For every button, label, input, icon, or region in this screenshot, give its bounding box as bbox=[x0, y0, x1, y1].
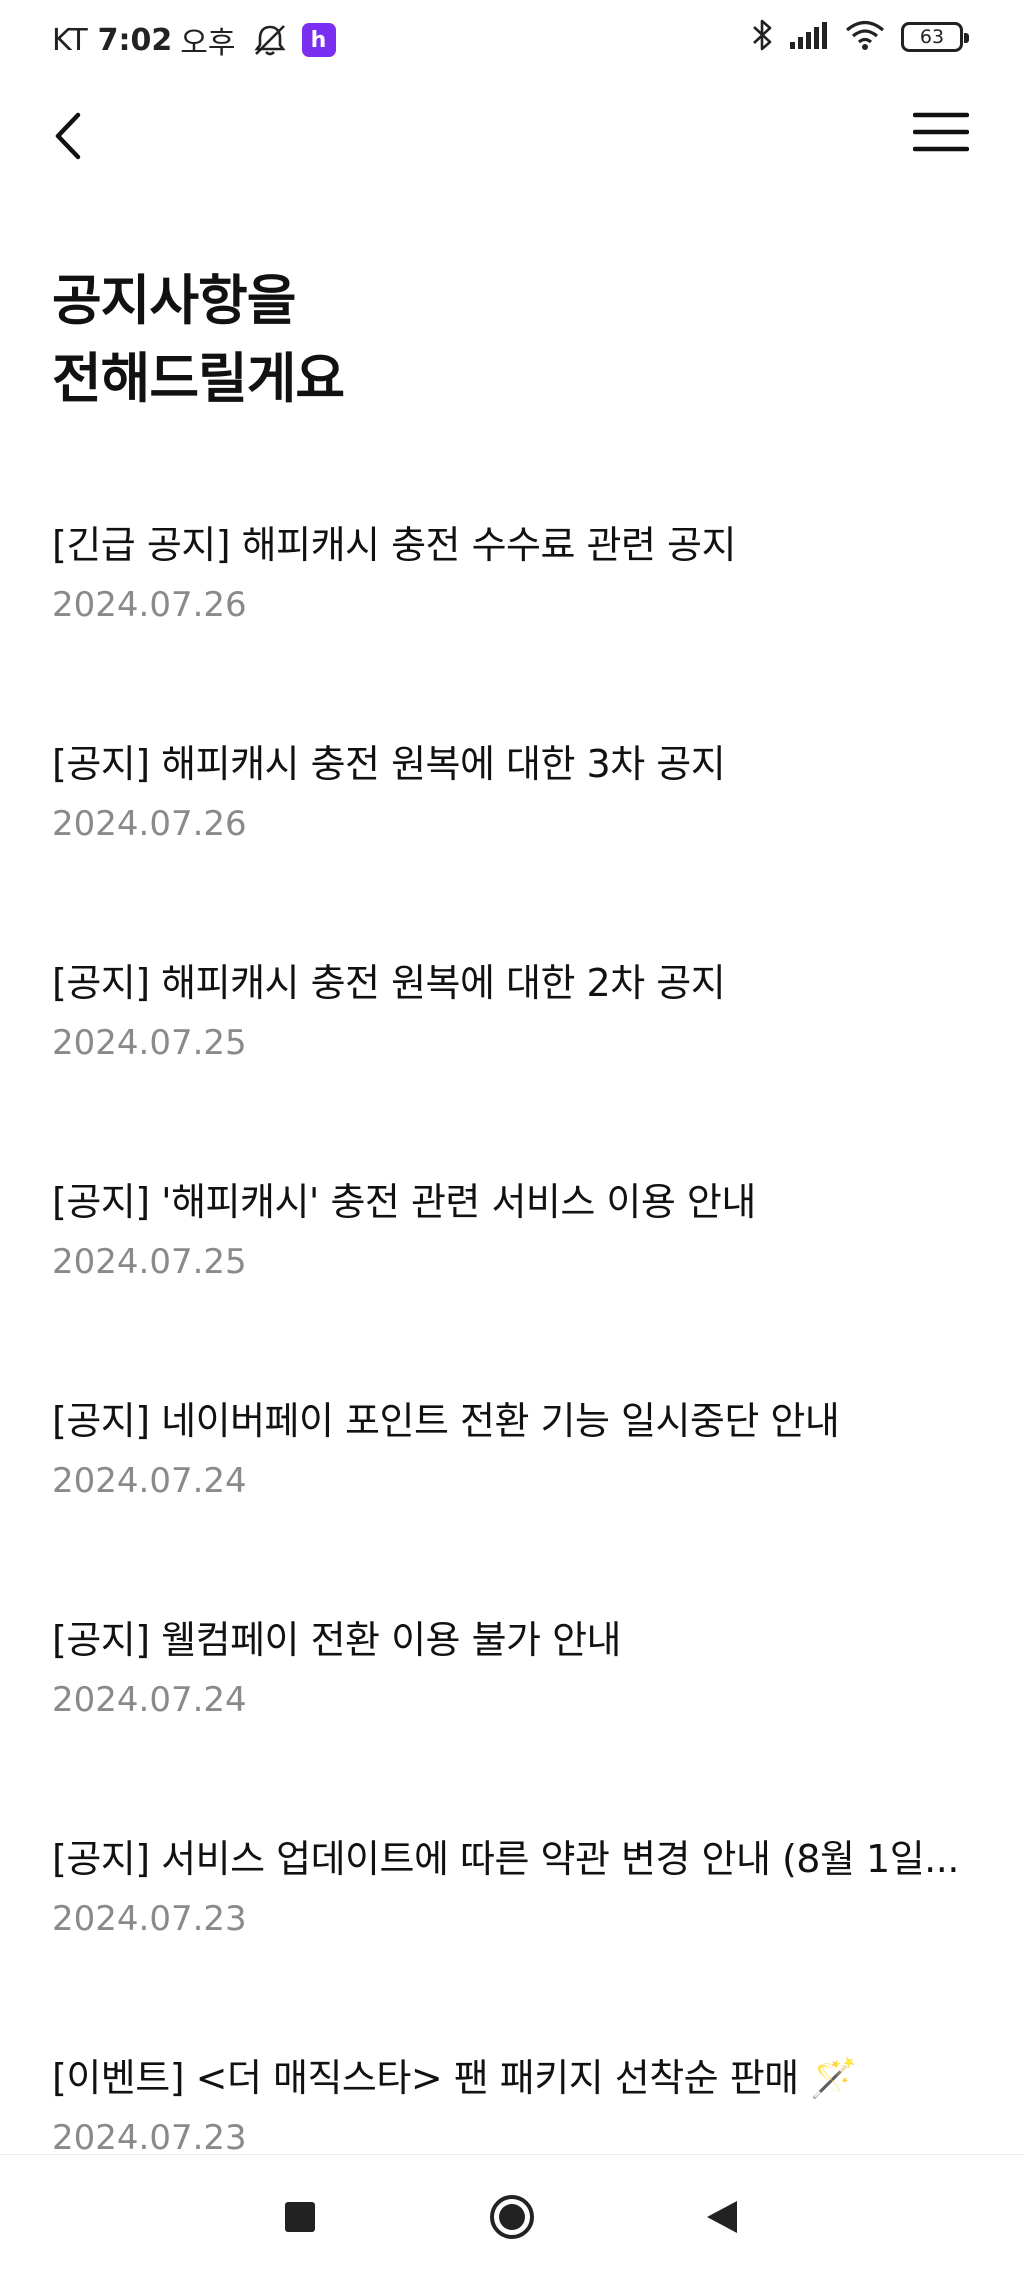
notice-date: 2024.07.26 bbox=[52, 585, 247, 625]
notice-title: [긴급 공지] 해피캐시 충전 수수료 관련 공지 bbox=[52, 523, 736, 567]
status-bar: KT 7:02 오후 h 63 bbox=[0, 0, 1025, 80]
page-title: 공지사항을 전해드릴게요 bbox=[52, 262, 345, 418]
notice-item[interactable]: [공지] 웰컴페이 전환 이용 불가 안내 2024.07.24 bbox=[0, 1610, 1025, 1829]
wifi-icon bbox=[845, 19, 885, 55]
system-back-button[interactable] bbox=[690, 2187, 754, 2251]
notice-item[interactable]: [공지] 해피캐시 충전 원복에 대한 3차 공지 2024.07.26 bbox=[0, 734, 1025, 953]
carrier-label: KT bbox=[52, 22, 88, 58]
status-left: KT 7:02 오후 h bbox=[52, 18, 336, 62]
notice-item[interactable]: [공지] 네이버페이 포인트 전환 기능 일시중단 안내 2024.07.24 bbox=[0, 1391, 1025, 1610]
notice-date: 2024.07.24 bbox=[52, 1680, 247, 1720]
chevron-left-icon bbox=[52, 111, 84, 165]
system-nav-bar bbox=[0, 2154, 1025, 2278]
home-circle-icon bbox=[488, 2193, 536, 2245]
notice-date: 2024.07.25 bbox=[52, 1023, 247, 1063]
menu-button[interactable] bbox=[912, 110, 970, 166]
notice-item[interactable]: [긴급 공지] 해피캐시 충전 수수료 관련 공지 2024.07.26 bbox=[0, 515, 1025, 734]
notice-date: 2024.07.24 bbox=[52, 1461, 247, 1501]
notice-title: [이벤트] <더 매직스타> 팬 패키지 선착순 판매 🪄 bbox=[52, 2056, 858, 2100]
notice-title: [공지] '해피캐시' 충전 관련 서비스 이용 안내 bbox=[52, 1180, 756, 1224]
back-triangle-icon bbox=[705, 2199, 739, 2239]
recents-button[interactable] bbox=[268, 2187, 332, 2251]
battery-indicator: 63 bbox=[901, 22, 969, 52]
page-title-line1: 공지사항을 bbox=[52, 269, 296, 332]
notice-date: 2024.07.26 bbox=[52, 804, 247, 844]
screen: KT 7:02 오후 h 63 공지사항을 전해드릴게요 [긴급 공지] 해피캐… bbox=[0, 0, 1025, 2278]
hamburger-menu-icon bbox=[912, 112, 970, 158]
notice-title: [공지] 네이버페이 포인트 전환 기능 일시중단 안내 bbox=[52, 1399, 840, 1443]
bell-off-icon bbox=[252, 23, 288, 57]
home-button[interactable] bbox=[480, 2187, 544, 2251]
back-button[interactable] bbox=[52, 106, 112, 170]
recents-square-icon bbox=[284, 2201, 316, 2237]
app-notification-badge: h bbox=[301, 23, 336, 57]
clock-ampm: 오후 bbox=[180, 26, 236, 61]
notice-title: [공지] 해피캐시 충전 원복에 대한 2차 공지 bbox=[52, 961, 726, 1005]
notice-title: [공지] 해피캐시 충전 원복에 대한 3차 공지 bbox=[52, 742, 726, 786]
status-right: 63 bbox=[751, 18, 969, 56]
notice-item[interactable]: [공지] 해피캐시 충전 원복에 대한 2차 공지 2024.07.25 bbox=[0, 953, 1025, 1172]
notice-list: [긴급 공지] 해피캐시 충전 수수료 관련 공지 2024.07.26 [공지… bbox=[0, 515, 1025, 2267]
notice-item[interactable]: [공지] '해피캐시' 충전 관련 서비스 이용 안내 2024.07.25 bbox=[0, 1172, 1025, 1391]
signal-icon bbox=[789, 20, 829, 54]
notice-title: [공지] 웰컴페이 전환 이용 불가 안내 bbox=[52, 1618, 622, 1662]
bluetooth-icon bbox=[751, 18, 773, 56]
notice-item[interactable]: [공지] 서비스 업데이트에 따른 약관 변경 안내 (8월 1일... 202… bbox=[0, 1829, 1025, 2048]
notice-title: [공지] 서비스 업데이트에 따른 약관 변경 안내 (8월 1일... bbox=[52, 1837, 959, 1881]
clock-time: 7:02 bbox=[97, 22, 173, 58]
notice-date: 2024.07.25 bbox=[52, 1242, 247, 1282]
page-title-line2: 전해드릴게요 bbox=[52, 347, 345, 410]
notice-date: 2024.07.23 bbox=[52, 1899, 247, 1939]
